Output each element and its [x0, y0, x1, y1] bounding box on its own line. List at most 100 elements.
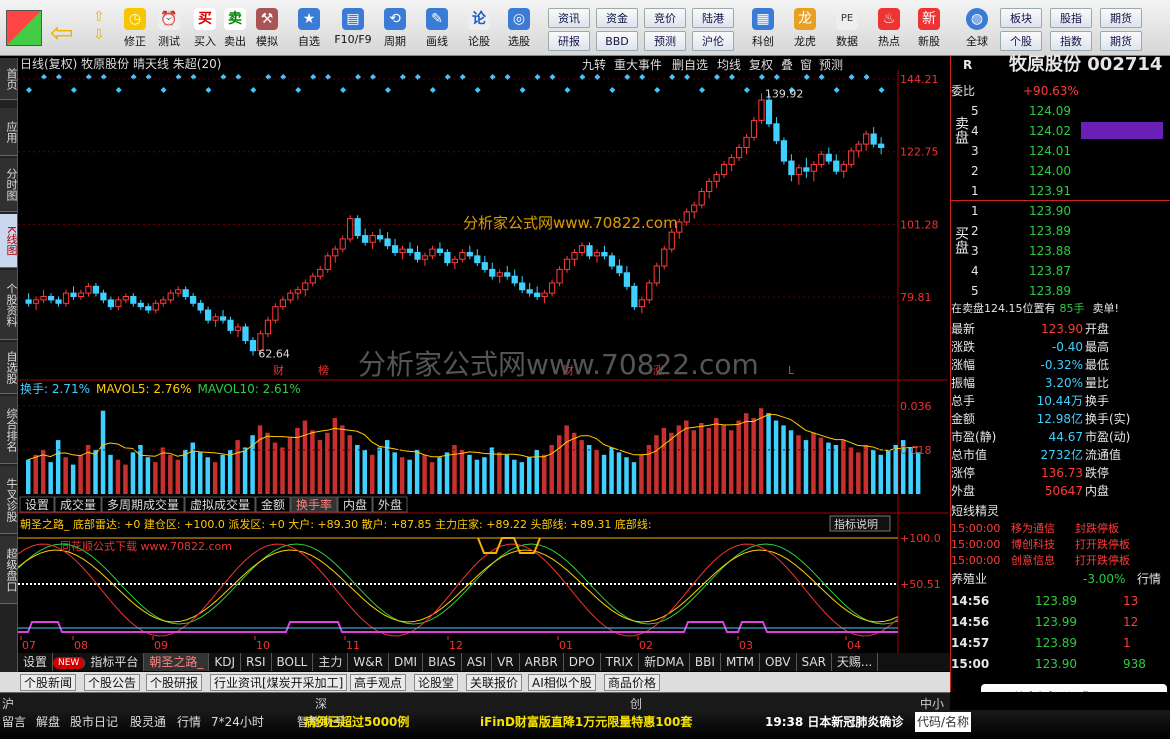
indicator-tab-12[interactable]: VR [492, 653, 520, 671]
news-tab-0[interactable]: 个股新闻 [20, 674, 77, 691]
pick-button[interactable]: ◎ 选股 [500, 6, 538, 54]
simulate-button[interactable]: ⚒ 模拟 [248, 6, 286, 54]
news-tab-8[interactable]: 商品价格 [604, 674, 661, 691]
new-issue-button[interactable]: 新新股 [910, 6, 948, 54]
global-button[interactable]: ◍ 全球 [958, 6, 996, 54]
chart-btn-5[interactable]: 叠 [781, 58, 793, 72]
indicator-tab-21[interactable]: 天赐... [832, 653, 879, 671]
buy-row-0[interactable]: 1 123.90 [951, 202, 1161, 220]
news-tab-4[interactable]: 高手观点 [350, 674, 407, 691]
futures-button[interactable]: 股指 [1050, 8, 1092, 28]
news-tab-5[interactable]: 论股堂 [414, 674, 459, 691]
index-button[interactable]: 指数 [1050, 31, 1092, 51]
news-tab-3[interactable]: 行业资讯[煤炭开采加工] [210, 674, 348, 691]
nav-kline[interactable]: K线图 [0, 214, 18, 268]
period-button[interactable]: ⟲ 周期 [376, 6, 414, 54]
chart-btn-6[interactable]: 窗 [800, 58, 812, 72]
indicator-tab-13[interactable]: ARBR [520, 653, 564, 671]
f10-button[interactable]: ▤ F10/F9 [330, 6, 376, 54]
kline-marker[interactable]: 榜 [318, 363, 329, 377]
short-row-2[interactable]: 15:00:00 创意信息 打开跌停板 [951, 552, 1161, 570]
indicator-tab-19[interactable]: OBV [760, 653, 797, 671]
futures2-button[interactable]: 期货 [1100, 8, 1142, 28]
indicator-tab-9[interactable]: DMI [389, 653, 424, 671]
nav-apps[interactable]: 应用 [0, 108, 18, 156]
short-title-row[interactable]: 短线精灵 [951, 502, 1161, 520]
indicator-tab-6[interactable]: BOLL [272, 653, 314, 671]
modify-button[interactable]: ◷ 修正 [116, 6, 154, 54]
hugang-button[interactable]: 沪伦 [692, 31, 734, 51]
bond-button[interactable]: 期货 [1100, 31, 1142, 51]
indicator-tab-0[interactable]: 设置 [18, 653, 54, 671]
info-button[interactable]: 资讯 [548, 8, 590, 28]
sell-row-4[interactable]: 1 123.91 [951, 182, 1161, 200]
longhu-button[interactable]: 龙龙虎 [786, 6, 824, 54]
indicator-tab-7[interactable]: 主力 [313, 653, 349, 671]
chart-btn-1[interactable]: 重大事件 [614, 58, 662, 72]
kline-marker[interactable]: 财 [273, 363, 284, 377]
nav-diagnose[interactable]: 牛叉诊股 [0, 466, 18, 534]
indicator-tab-11[interactable]: ASI [462, 653, 493, 671]
lugang-button[interactable]: 陆港 [692, 8, 734, 28]
stock-button[interactable]: 个股 [1000, 31, 1042, 51]
test-button[interactable]: ⏰ 测试 [150, 6, 188, 54]
news-scroll3[interactable]: 19:38 日本新冠肺炎确诊 [765, 712, 903, 732]
buy-row-4[interactable]: 5 123.89 [951, 282, 1161, 300]
kechuang-button[interactable]: ▦ 科创 [744, 6, 782, 54]
data-button[interactable]: PE 数据 [828, 6, 866, 54]
kline-chart[interactable]: 日线(复权) 牧原股份 晴天线 朱超(20) 九转 重大事件 删自选 均线 复权叠窗预测… [18, 56, 948, 656]
sell-row-3[interactable]: 2 124.00 [951, 162, 1161, 180]
indicator-tab-5[interactable]: RSI [241, 653, 272, 671]
back-arrow-icon[interactable]: ⇦ [50, 16, 73, 49]
status-item-3[interactable]: 股灵通 [130, 712, 166, 732]
order-alert[interactable]: 在卖盘124.15位置有 85手 卖单! [951, 300, 1161, 318]
news-tab-7[interactable]: AI相似个股 [528, 674, 596, 691]
indicator-tab-15[interactable]: TRIX [601, 653, 640, 671]
nav-self[interactable]: 自选股 [0, 342, 18, 394]
predict-button[interactable]: 预测 [644, 31, 686, 51]
app-logo-icon[interactable] [6, 10, 42, 46]
indicator-tab-20[interactable]: SAR [797, 653, 832, 671]
code-search-input[interactable]: 代码/名称 [915, 712, 972, 732]
status-item-1[interactable]: 解盘 [36, 712, 60, 732]
status-item-2[interactable]: 股市日记 [70, 712, 118, 732]
bid-button[interactable]: 竞价 [644, 8, 686, 28]
chart-btn-7[interactable]: 预测 [819, 58, 843, 72]
forum-button[interactable]: 论论股 [460, 6, 498, 54]
news-tab-1[interactable]: 个股公告 [84, 674, 141, 691]
chart-btn-2[interactable]: 删自选 [672, 58, 708, 72]
status-item-4[interactable]: 行情 [177, 712, 201, 732]
status-item-0[interactable]: 留言 [2, 712, 26, 732]
status-item-5[interactable]: 7*24小时 [211, 712, 264, 732]
bbd-button[interactable]: BBD [596, 31, 638, 51]
self-select-button[interactable]: ★ 自选 [290, 6, 328, 54]
indicator-tab-2[interactable]: 指标平台 [85, 653, 145, 671]
buy-row-3[interactable]: 4 123.87 [951, 262, 1161, 280]
news-tab-6[interactable]: 关联报价 [466, 674, 523, 691]
indicator-tab-4[interactable]: KDJ [209, 653, 242, 671]
updown-icon[interactable]: ⇧ ⇩ [93, 8, 105, 44]
news-tab-2[interactable]: 个股研报 [146, 674, 203, 691]
draw-button[interactable]: ✎ 画线 [418, 6, 456, 54]
news-scroll1[interactable]: 病例已超过5000例 [304, 712, 409, 732]
indicator-tab-18[interactable]: MTM [721, 653, 760, 671]
chart-btn-3[interactable]: 均线 [717, 58, 741, 72]
research-button[interactable]: 研报 [548, 31, 590, 51]
nav-home[interactable]: 首页 [0, 58, 18, 100]
nav-level2[interactable]: 超级盘口 [0, 536, 18, 604]
sell-row-0[interactable]: 5 124.09 [951, 102, 1161, 120]
news-scroll2[interactable]: iFinD财富版直降1万元限量特惠100套 [480, 712, 692, 732]
buy-row-2[interactable]: 3 123.88 [951, 242, 1161, 260]
sector-row[interactable]: 养殖业 -3.00% 行情 [951, 570, 1161, 588]
nav-rank[interactable]: 综合排名 [0, 396, 18, 464]
indicator-tab-8[interactable]: W&R [348, 653, 389, 671]
indicator-tab-1[interactable]: NEW [53, 656, 86, 669]
indicator-tab-14[interactable]: DPO [564, 653, 601, 671]
nav-profile[interactable]: 个股资料 [0, 270, 18, 340]
chart-btn-0[interactable]: 九转 [582, 57, 606, 72]
nav-intraday[interactable]: 分时图 [0, 158, 18, 212]
indicator-tab-16[interactable]: 新DMA [639, 653, 690, 671]
hot-button[interactable]: ♨ 热点 [870, 6, 908, 54]
buy-row-1[interactable]: 2 123.89 [951, 222, 1161, 240]
kline-marker[interactable]: L [788, 364, 795, 377]
